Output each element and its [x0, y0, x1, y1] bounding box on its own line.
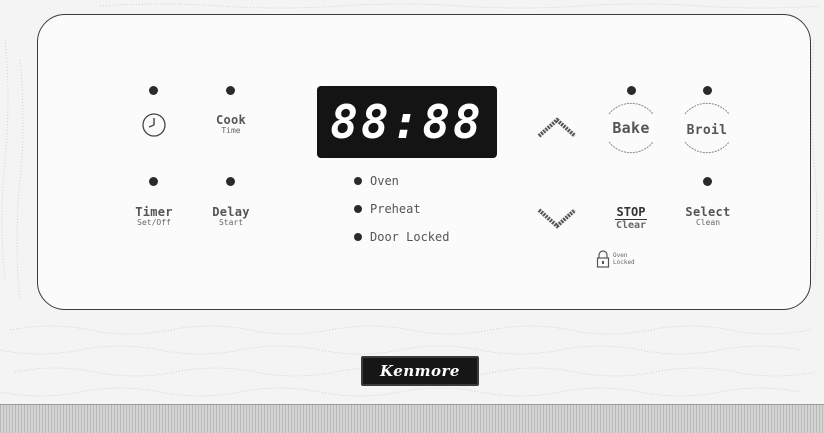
delay-sublabel: Start [218, 218, 244, 227]
select-clean-button[interactable]: Select Clean [678, 206, 738, 228]
control-panel [37, 14, 811, 310]
down-arrow-icon [537, 208, 577, 229]
preheat-indicator: Preheat [354, 202, 421, 216]
select-label: Select [685, 205, 731, 219]
door-locked-indicator-label: Door Locked [370, 230, 450, 244]
cook-time-button[interactable]: Cook Time [205, 114, 257, 136]
clear-label: Clear [615, 220, 647, 231]
time-display-digits: 88:88 [330, 95, 484, 149]
delay-label: Delay [212, 205, 250, 219]
kenmore-logo: Kenmore [361, 356, 479, 386]
bake-button[interactable]: Bake [599, 96, 663, 160]
clock-button[interactable] [140, 112, 168, 138]
cook-time-indicator-dot [226, 86, 235, 95]
delay-indicator-dot [226, 177, 235, 186]
bake-indicator-dot [627, 86, 636, 95]
bottom-trim [0, 404, 824, 433]
up-arrow-icon [537, 117, 577, 138]
cook-time-sublabel: Time [221, 126, 241, 135]
timer-indicator-dot [149, 177, 158, 186]
timer-button[interactable]: Timer Set/Off [124, 206, 184, 228]
bake-label: Bake [612, 119, 650, 137]
lock-icon [596, 250, 610, 268]
door-locked-indicator-dot [354, 233, 362, 241]
preheat-indicator-dot [354, 205, 362, 213]
stop-clear-button[interactable]: STOP Clear [606, 206, 656, 231]
clock-icon [142, 113, 166, 137]
stop-label: STOP [614, 205, 648, 220]
down-arrow-button[interactable] [535, 206, 579, 232]
cook-time-label: Cook [215, 113, 247, 127]
broil-button[interactable]: Broil [675, 96, 739, 160]
up-arrow-button[interactable] [535, 114, 579, 140]
oven-locked-line1: Oven [613, 252, 628, 259]
oven-indicator: Oven [354, 174, 399, 188]
timer-sublabel: Set/Off [137, 218, 171, 227]
timer-label: Timer [135, 205, 173, 219]
delay-start-button[interactable]: Delay Start [201, 206, 261, 228]
clean-label: Clean [695, 218, 721, 227]
preheat-indicator-label: Preheat [370, 202, 421, 216]
oven-locked-line2: Locked [613, 259, 635, 266]
oven-indicator-dot [354, 177, 362, 185]
broil-label: Broil [686, 123, 728, 138]
oven-locked-indicator: Oven Locked [596, 250, 635, 268]
door-locked-indicator: Door Locked [354, 230, 449, 244]
oven-indicator-label: Oven [370, 174, 399, 188]
time-display: 88:88 [317, 86, 497, 158]
broil-indicator-dot [703, 86, 712, 95]
kenmore-logo-text: Kenmore [380, 362, 460, 380]
select-indicator-dot [703, 177, 712, 186]
clock-indicator-dot [149, 86, 158, 95]
